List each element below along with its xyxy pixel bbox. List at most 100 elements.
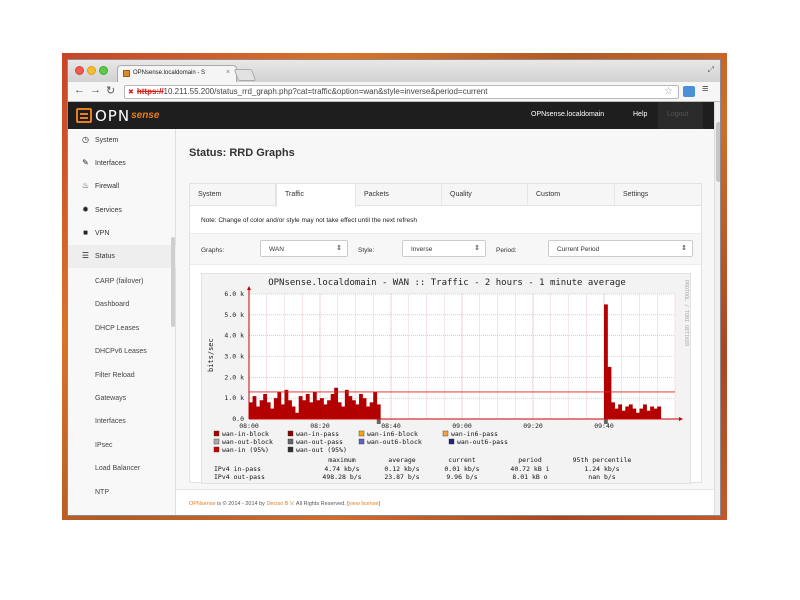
- fullscreen-icon[interactable]: ⤢: [708, 65, 714, 75]
- legend-swatch: [213, 430, 220, 437]
- tab-quality[interactable]: Quality: [442, 184, 528, 206]
- sidebar-subitem-label: Filter Reload: [95, 372, 135, 379]
- sidebar-subitem-gateways[interactable]: Gateways: [68, 387, 176, 410]
- hamburger-menu-icon[interactable]: ≡: [702, 83, 708, 95]
- sidebar-item-system[interactable]: ◷ System: [68, 129, 176, 152]
- sidebar-scrollbar[interactable]: [171, 237, 175, 327]
- tab-traffic[interactable]: Traffic: [276, 184, 356, 207]
- tab-label: Settings: [623, 191, 649, 198]
- x-tick-label: 08:20: [310, 422, 330, 430]
- wrench-icon: ✎: [82, 158, 89, 167]
- bar-wan-in-pass: [607, 366, 612, 419]
- sidebar-subitem-load-balancer[interactable]: Load Balancer: [68, 457, 176, 480]
- logo-sense-text: sense: [131, 110, 160, 121]
- page-footer: OPNsense is © 2014 - 2014 by Deciso B.V.…: [176, 489, 714, 515]
- browser-tab[interactable]: OPNsense.localdomain - S ×: [117, 65, 237, 82]
- bar-wan-in-pass: [635, 412, 640, 419]
- new-tab-button[interactable]: [233, 69, 257, 81]
- page-scroll-thumb[interactable]: [716, 122, 720, 182]
- list-icon: ☰: [81, 251, 90, 260]
- period-select[interactable]: Current Period ⇕: [548, 240, 693, 257]
- bar-wan-in-pass: [277, 391, 282, 419]
- sidebar-subitem-interfaces[interactable]: Interfaces: [68, 410, 176, 433]
- x-tick-label: 09:00: [452, 422, 472, 430]
- legend-label: wan-in6-block: [367, 430, 418, 438]
- sidebar-item-label: Services: [95, 207, 122, 214]
- bar-wan-in-pass: [657, 406, 662, 419]
- sidebar-subitem-ntp[interactable]: NTP: [68, 481, 176, 504]
- page-scrollbar[interactable]: [714, 102, 720, 515]
- legend-swatch: [287, 438, 294, 445]
- zoom-window-button[interactable]: [99, 66, 108, 75]
- logo-opn-text: OPN: [95, 106, 131, 125]
- tab-packets[interactable]: Packets: [356, 184, 442, 206]
- minimize-window-button[interactable]: [87, 66, 96, 75]
- rrd-graph-svg: OPNsense.localdomain - WAN :: Traffic - …: [207, 278, 689, 481]
- select-caret-icon: ⇕: [336, 245, 342, 252]
- footer-company-link[interactable]: Deciso B.V.: [266, 501, 294, 507]
- bar-wan-in-pass: [643, 404, 647, 419]
- stats-cell: IPv4 out-pass: [214, 473, 265, 481]
- bookmark-star-icon[interactable]: ☆: [664, 86, 673, 97]
- tab-system[interactable]: System: [190, 184, 276, 206]
- x-axis-arrow: [679, 417, 683, 421]
- bar-wan-in-pass: [316, 400, 321, 419]
- nav-hostname-link[interactable]: OPNsense.localdomain: [531, 111, 604, 118]
- sidebar-item-services[interactable]: ✹ Services: [68, 199, 176, 222]
- extension-icon[interactable]: [683, 86, 695, 97]
- legend-swatch: [213, 438, 220, 445]
- close-window-button[interactable]: [75, 66, 84, 75]
- chart-title: OPNsense.localdomain - WAN :: Traffic - …: [268, 278, 626, 288]
- sidebar-subitem-ipsec[interactable]: IPsec: [68, 434, 176, 457]
- y-tick-label: 3.0 k: [224, 353, 244, 361]
- graphs-select[interactable]: WAN ⇕: [260, 240, 348, 257]
- style-select-value: Inverse: [411, 246, 433, 253]
- nav-help-link[interactable]: Help: [633, 111, 647, 118]
- sidebar-subitem-filter-reload[interactable]: Filter Reload: [68, 364, 176, 387]
- sidebar-item-firewall[interactable]: ♨ Firewall: [68, 175, 176, 198]
- back-arrow-icon[interactable]: ←: [74, 84, 85, 96]
- sidebar-item-status[interactable]: ☰ Status: [68, 245, 176, 268]
- legend-label: wan-in (95%): [222, 446, 269, 454]
- bar-wan-in-pass: [621, 410, 626, 419]
- sidebar-subitem-label: DHCP Leases: [95, 325, 140, 332]
- tab-custom[interactable]: Custom: [528, 184, 615, 206]
- bar-wan-in-pass: [618, 404, 623, 419]
- period-label: Period:: [496, 247, 517, 254]
- legend-swatch: [358, 438, 365, 445]
- footer-brand-link[interactable]: OPNsense: [189, 501, 216, 507]
- sidebar-subitem-dhcp-leases[interactable]: DHCP Leases: [68, 317, 176, 340]
- bar-wan-in-pass: [334, 387, 339, 419]
- bar-wan-in-pass: [362, 398, 367, 419]
- nav-logout-button[interactable]: Logout: [658, 102, 703, 129]
- sidebar-subitem-dashboard[interactable]: Dashboard: [68, 293, 176, 316]
- bar-wan-in-pass: [614, 408, 619, 419]
- bar-wan-in-pass: [337, 402, 342, 419]
- stats-header: 95th percentile: [573, 456, 632, 464]
- sidebar-item-label: VPN: [95, 230, 110, 237]
- opnsense-logo[interactable]: OPN sense: [76, 106, 159, 125]
- tab-close-icon[interactable]: ×: [226, 69, 230, 76]
- tab-settings[interactable]: Settings: [615, 184, 701, 206]
- sidebar-subitem-dhcpv6-leases[interactable]: DHCPv6 Leases: [68, 340, 176, 363]
- bar-wan-in-pass: [373, 391, 378, 419]
- forward-arrow-icon[interactable]: →: [90, 84, 101, 96]
- page-title: Status: RRD Graphs: [189, 147, 295, 159]
- footer-license-link[interactable]: view license: [349, 501, 379, 507]
- sidebar-subitem-carp[interactable]: CARP (failover): [68, 270, 176, 293]
- sidebar-item-vpn[interactable]: ■ VPN: [68, 222, 176, 245]
- url-input[interactable]: ✖ https://10.211.55.200/status_rrd_graph.…: [124, 85, 679, 99]
- y-tick-label: 1.0 k: [224, 394, 244, 402]
- legend-label: wan-out (95%): [296, 446, 347, 454]
- bar-wan-in-pass: [330, 394, 335, 419]
- sidebar-item-interfaces[interactable]: ✎ Interfaces: [68, 152, 176, 175]
- stats-header: maximum: [328, 456, 355, 464]
- bar-wan-in-pass: [355, 404, 360, 419]
- tab-label: System: [198, 191, 222, 198]
- bar-wan-in-pass: [351, 400, 356, 419]
- url-text: 10.211.55.200/status_rrd_graph.php?cat=t…: [163, 87, 488, 96]
- reload-icon[interactable]: ↻: [106, 84, 115, 97]
- style-select[interactable]: Inverse ⇕: [402, 240, 486, 257]
- sidebar-subitem-label: DHCPv6 Leases: [95, 348, 147, 355]
- bar-wan-in-pass: [252, 396, 257, 419]
